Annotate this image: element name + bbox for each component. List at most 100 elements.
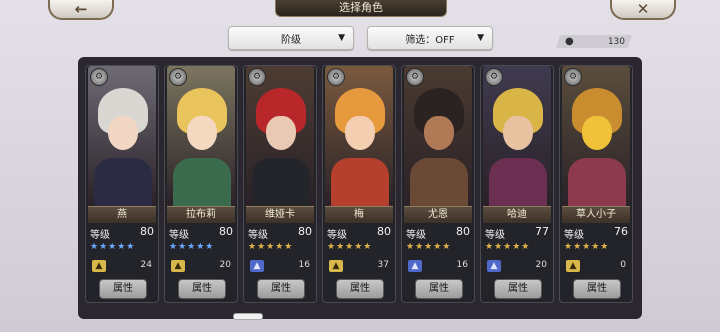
character-name: 梅 [325,206,393,223]
portrait-body [252,158,310,206]
attribute-button[interactable]: 属性 [336,279,384,299]
level-label: 等级 [327,230,347,241]
character-name: 燕 [88,206,156,223]
level-label: 等级 [485,230,505,241]
attribute-button[interactable]: 属性 [494,279,542,299]
character-portrait[interactable]: ⚙ [404,66,472,206]
character-portrait[interactable]: ⚙ [88,66,156,206]
star-rating: ★★★★★ [485,242,531,252]
rank-count: 20 [535,260,547,270]
rank-icon: ▲ [566,260,580,272]
attribute-button[interactable]: 属性 [178,279,226,299]
level-label: 等级 [564,230,584,241]
rank-icon: ▲ [329,260,343,272]
level-label: 等级 [169,230,189,241]
character-card[interactable]: ⚙ 拉布莉 等级 80 ★★★★★ ▲ 20 属性 [164,65,238,303]
character-portrait[interactable]: ⚙ [167,66,235,206]
element-badge-icon: ⚙ [169,68,187,86]
character-card[interactable]: ⚙ 梅 等级 80 ★★★★★ ▲ 37 属性 [322,65,396,303]
rank-sort-label: 阶级 [281,34,301,46]
level-value: 80 [219,225,233,238]
level-row: 等级 80 [248,225,312,241]
attribute-button[interactable]: 属性 [573,279,621,299]
rank-count: 20 [219,260,231,270]
portrait-body [568,158,626,206]
rank-count: 16 [456,260,468,270]
level-row: 等级 80 [90,225,154,241]
element-badge-icon: ⚙ [564,68,582,86]
level-value: 80 [377,225,391,238]
close-icon: ✕ [636,0,650,18]
rank-count: 37 [377,260,389,270]
character-name: 尤恩 [404,206,472,223]
rank-icon: ▲ [92,260,106,272]
character-card[interactable]: ⚙ 维娅卡 等级 80 ★★★★★ ▲ 16 属性 [243,65,317,303]
character-select-screen: 选择角色 ← ✕ 阶级 ▼ 筛选：OFF ▼ ● 130 ⚙ 燕 等级 80 ★… [0,0,720,332]
element-badge-icon: ⚙ [406,68,424,86]
attribute-button[interactable]: 属性 [257,279,305,299]
character-card[interactable]: ⚙ 燕 等级 80 ★★★★★ ▲ 24 属性 [85,65,159,303]
character-count-value: 130 [607,36,625,47]
portrait-body [331,158,389,206]
character-name: 维娅卡 [246,206,314,223]
portrait-face [108,116,138,150]
level-value: 80 [140,225,154,238]
attribute-button[interactable]: 属性 [99,279,147,299]
portrait-body [173,158,231,206]
level-label: 等级 [90,230,110,241]
chevron-down-icon: ▼ [338,33,345,43]
character-name: 草人小子 [562,206,630,223]
portrait-face [266,116,296,150]
character-name: 哈迪 [483,206,551,223]
scrollbar-thumb[interactable] [233,313,263,320]
star-rating: ★★★★★ [406,242,452,252]
character-card[interactable]: ⚙ 哈迪 等级 77 ★★★★★ ▲ 20 属性 [480,65,554,303]
rank-icon: ▲ [250,260,264,272]
attribute-button[interactable]: 属性 [415,279,463,299]
character-portrait[interactable]: ⚙ [483,66,551,206]
rank-count: 0 [620,260,626,270]
character-portrait[interactable]: ⚙ [562,66,630,206]
character-portrait[interactable]: ⚙ [325,66,393,206]
element-badge-icon: ⚙ [248,68,266,86]
rank-icon: ▲ [408,260,422,272]
filter-dropdown[interactable]: 筛选：OFF ▼ [367,26,493,50]
rank-icon: ▲ [171,260,185,272]
element-badge-icon: ⚙ [485,68,503,86]
filter-label: 筛选：OFF [405,34,455,46]
portrait-face [503,116,533,150]
element-badge-icon: ⚙ [327,68,345,86]
left-arrow-icon: ← [74,0,88,18]
portrait-body [410,158,468,206]
character-card[interactable]: ⚙ 尤恩 等级 80 ★★★★★ ▲ 16 属性 [401,65,475,303]
level-row: 等级 80 [327,225,391,241]
character-portrait[interactable]: ⚙ [246,66,314,206]
person-icon: ● [565,36,574,47]
character-name: 拉布莉 [167,206,235,223]
element-badge-icon: ⚙ [90,68,108,86]
character-count: ● 130 [563,34,629,49]
character-card[interactable]: ⚙ 草人小子 等级 76 ★★★★★ ▲ 0 属性 [559,65,633,303]
chevron-down-icon: ▼ [477,33,484,43]
star-rating: ★★★★★ [327,242,373,252]
level-row: 等级 77 [485,225,549,241]
portrait-face [582,116,612,150]
portrait-face [187,116,217,150]
rank-sort-dropdown[interactable]: 阶级 ▼ [228,26,354,50]
portrait-face [345,116,375,150]
portrait-face [424,116,454,150]
star-rating: ★★★★★ [90,242,136,252]
rank-count: 24 [140,260,152,270]
close-button[interactable]: ✕ [610,0,676,20]
level-value: 77 [535,225,549,238]
level-label: 等级 [248,230,268,241]
level-label: 等级 [406,230,426,241]
level-value: 80 [298,225,312,238]
portrait-body [94,158,152,206]
back-button[interactable]: ← [48,0,114,20]
star-rating: ★★★★★ [248,242,294,252]
level-row: 等级 76 [564,225,628,241]
star-rating: ★★★★★ [564,242,610,252]
rank-icon: ▲ [487,260,501,272]
level-row: 等级 80 [169,225,233,241]
